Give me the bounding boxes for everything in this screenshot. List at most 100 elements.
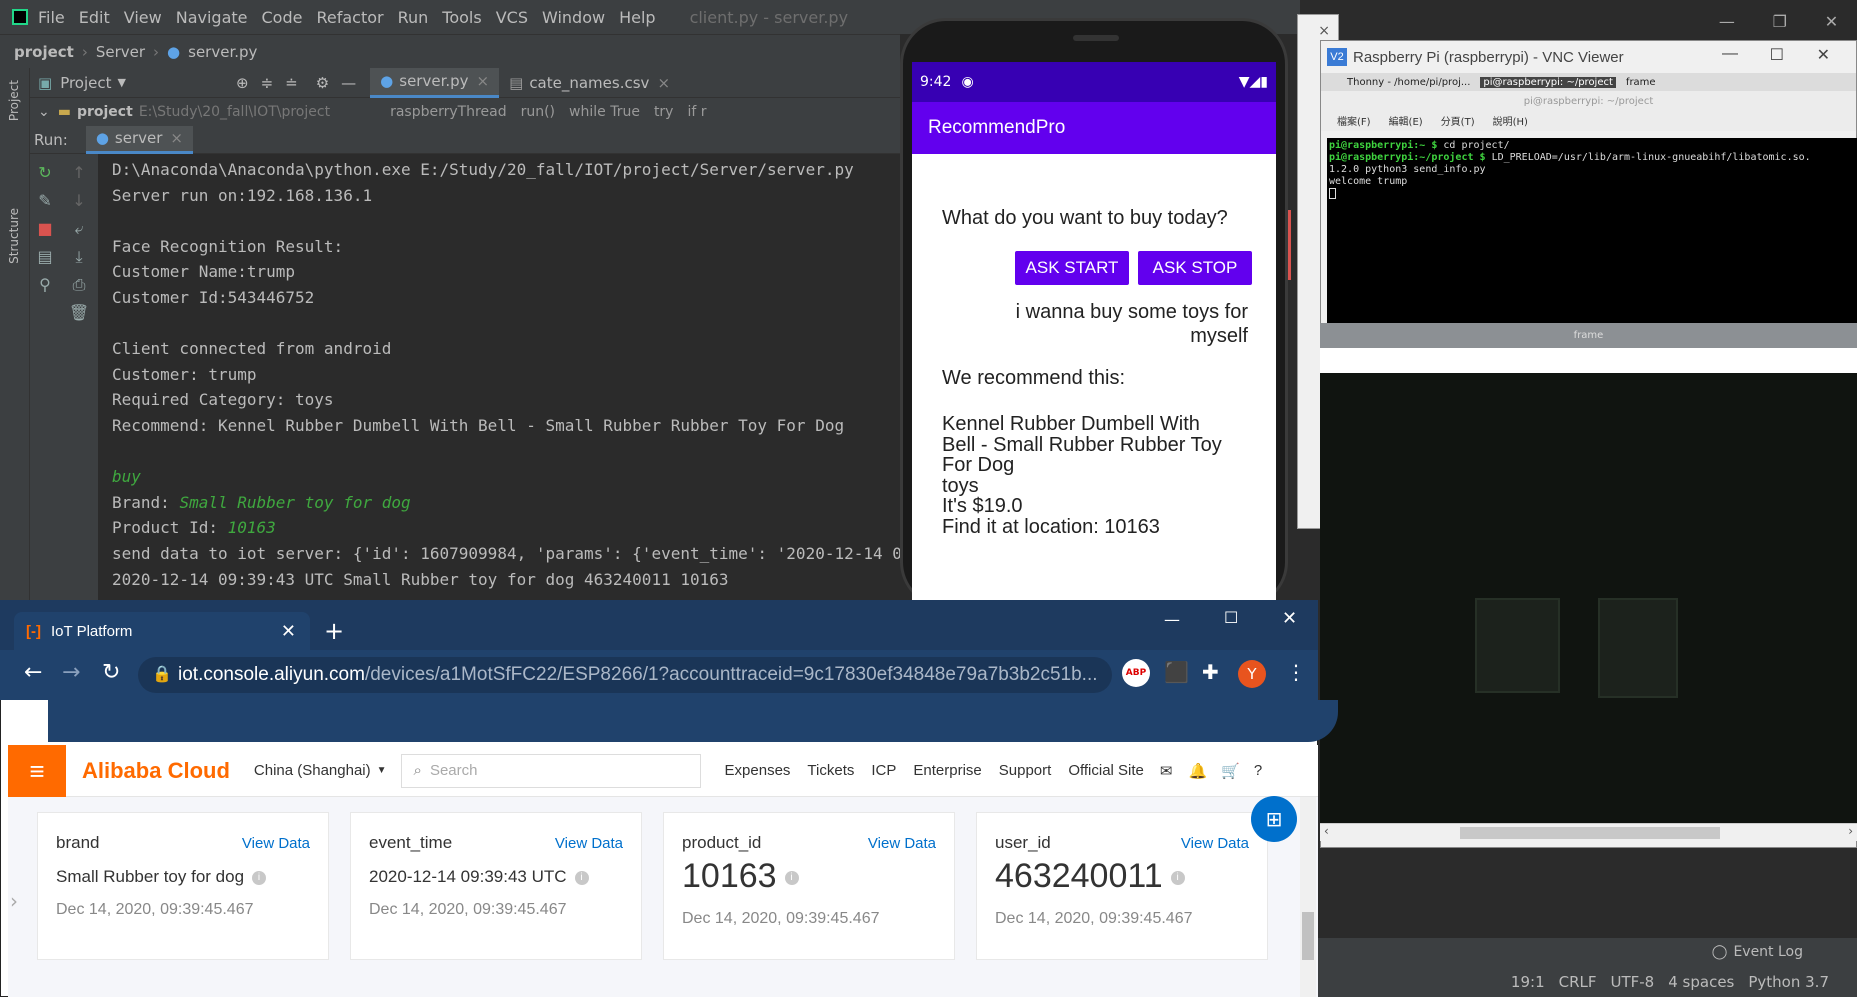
code-crumb[interactable]: try bbox=[654, 104, 674, 120]
breadcrumb-file[interactable]: server.py bbox=[188, 43, 257, 61]
nav-enterprise[interactable]: Enterprise bbox=[913, 762, 981, 779]
menu-tools[interactable]: Tools bbox=[442, 8, 481, 27]
hamburger-menu-icon[interactable]: ≡ bbox=[8, 744, 66, 797]
tab-cate-names-csv[interactable]: ▤ cate_names.csv × bbox=[499, 68, 680, 98]
back-icon[interactable]: ← bbox=[24, 660, 42, 685]
message-icon[interactable]: ✉ bbox=[1160, 762, 1173, 780]
help-icon[interactable]: ? bbox=[1254, 762, 1262, 779]
breadcrumb-project[interactable]: project bbox=[14, 43, 74, 61]
code-crumb[interactable]: if r bbox=[687, 104, 706, 120]
new-tab-icon[interactable]: + bbox=[324, 617, 344, 645]
project-root[interactable]: project bbox=[77, 104, 133, 120]
extensions-puzzle-icon[interactable]: ✚ bbox=[1202, 660, 1219, 684]
menu-run[interactable]: Run bbox=[398, 8, 429, 27]
view-data-link[interactable]: View Data bbox=[1181, 835, 1249, 852]
pdf-extension-icon[interactable]: ⬛ bbox=[1164, 660, 1189, 684]
search-input[interactable]: ⌕ Search bbox=[400, 753, 701, 788]
menu-refactor[interactable]: Refactor bbox=[316, 8, 383, 27]
region-selector[interactable]: China (Shanghai) bbox=[254, 762, 371, 779]
close-icon[interactable]: × bbox=[657, 74, 670, 92]
tab-server-py[interactable]: ● server.py × bbox=[370, 67, 500, 98]
menu-code[interactable]: Code bbox=[262, 8, 303, 27]
info-icon[interactable]: i bbox=[1170, 871, 1185, 886]
hide-icon[interactable]: — bbox=[341, 74, 356, 92]
cart-icon[interactable]: 🛒 bbox=[1221, 762, 1240, 780]
status-position[interactable]: 19:1 bbox=[1511, 973, 1545, 991]
term-menu-edit[interactable]: 編輯(E) bbox=[1389, 113, 1423, 131]
page-scrollbar[interactable] bbox=[1300, 797, 1316, 997]
scroll-to-end-icon[interactable]: ⤓ bbox=[68, 248, 90, 266]
menu-help[interactable]: Help bbox=[619, 8, 655, 27]
status-encoding[interactable]: UTF-8 bbox=[1611, 973, 1655, 991]
kebab-menu-icon[interactable]: ⋮ bbox=[1286, 660, 1306, 684]
menu-file[interactable]: File bbox=[38, 8, 65, 27]
minimize-icon[interactable]: — bbox=[1164, 610, 1180, 629]
app-grid-floating-icon[interactable]: ⊞ bbox=[1251, 796, 1297, 842]
layout-icon[interactable]: ▤ bbox=[34, 248, 56, 266]
chevron-left-icon[interactable]: › bbox=[10, 889, 18, 913]
chrome-tab-iot-platform[interactable]: [-] IoT Platform ✕ bbox=[14, 612, 310, 650]
ask-stop-button[interactable]: ASK STOP bbox=[1138, 251, 1252, 285]
expand-all-icon[interactable]: ≑ bbox=[261, 74, 274, 92]
gear-icon[interactable]: ⚙ bbox=[316, 74, 329, 92]
status-indent[interactable]: 4 spaces bbox=[1668, 973, 1734, 991]
trash-icon[interactable]: 🗑 bbox=[68, 304, 90, 322]
menu-vcs[interactable]: VCS bbox=[496, 8, 528, 27]
menu-edit[interactable]: Edit bbox=[79, 8, 110, 27]
info-icon[interactable]: i bbox=[574, 870, 589, 885]
collapse-all-icon[interactable]: ≐ bbox=[285, 74, 298, 92]
view-data-link[interactable]: View Data bbox=[242, 835, 310, 852]
wrench-icon[interactable]: ✎ bbox=[34, 192, 56, 210]
view-data-link[interactable]: View Data bbox=[555, 835, 623, 852]
pin-icon[interactable]: ⚲ bbox=[34, 276, 56, 294]
breadcrumb-server[interactable]: Server bbox=[96, 43, 145, 61]
bell-icon[interactable]: 🔔 bbox=[1188, 762, 1207, 780]
menu-window[interactable]: Window bbox=[542, 8, 605, 27]
run-tab-server[interactable]: ● server × bbox=[85, 125, 193, 154]
nav-icp[interactable]: ICP bbox=[871, 762, 896, 779]
close-icon[interactable]: ✕ bbox=[1282, 608, 1297, 629]
chevron-down-icon[interactable]: ⌄ bbox=[38, 104, 50, 120]
status-line-ending[interactable]: CRLF bbox=[1559, 973, 1597, 991]
scroll-right-icon[interactable]: › bbox=[1848, 824, 1853, 838]
menu-view[interactable]: View bbox=[124, 8, 162, 27]
info-icon[interactable]: i bbox=[784, 871, 799, 886]
event-log[interactable]: Event Log bbox=[1733, 944, 1803, 960]
print-icon[interactable]: ⎙ bbox=[68, 276, 90, 294]
term-menu-file[interactable]: 檔案(F) bbox=[1337, 113, 1371, 131]
taskbar-frame[interactable]: frame bbox=[1626, 77, 1656, 88]
alibaba-cloud-logo[interactable]: Alibaba Cloud bbox=[82, 758, 230, 784]
menu-navigate[interactable]: Navigate bbox=[176, 8, 248, 27]
info-icon[interactable]: i bbox=[252, 870, 267, 885]
code-crumb[interactable]: run() bbox=[521, 104, 555, 120]
nav-support[interactable]: Support bbox=[999, 762, 1052, 779]
minimize-icon[interactable]: — bbox=[1722, 45, 1738, 63]
chevron-down-icon[interactable]: ▼ bbox=[118, 76, 126, 89]
side-tab-structure[interactable]: Structure bbox=[7, 208, 21, 264]
soft-wrap-icon[interactable]: ⤶ bbox=[68, 220, 90, 238]
project-view-label[interactable]: Project bbox=[60, 74, 111, 92]
close-icon[interactable]: × bbox=[477, 72, 490, 90]
ask-start-button[interactable]: ASK START bbox=[1015, 251, 1129, 285]
code-crumb[interactable]: while True bbox=[569, 104, 640, 120]
nav-tickets[interactable]: Tickets bbox=[807, 762, 854, 779]
term-menu-help[interactable]: 說明(H) bbox=[1493, 113, 1528, 131]
restore-icon[interactable]: ❐ bbox=[1773, 12, 1787, 31]
arrow-up-icon[interactable]: ↑ bbox=[68, 164, 90, 182]
scrollbar-thumb[interactable] bbox=[1460, 827, 1720, 839]
nav-expenses[interactable]: Expenses bbox=[725, 762, 791, 779]
rerun-icon[interactable]: ↻ bbox=[34, 164, 56, 182]
scrollbar-thumb[interactable] bbox=[1302, 912, 1314, 960]
taskbar-terminal[interactable]: pi@raspberrypi: ~/project bbox=[1480, 76, 1616, 88]
pi-terminal[interactable]: pi@raspberrypi:~ $ cd project/pi@raspber… bbox=[1327, 138, 1857, 323]
reload-icon[interactable]: ↻ bbox=[102, 660, 120, 685]
chevron-down-icon[interactable]: ▼ bbox=[377, 765, 387, 776]
profile-avatar[interactable]: Y bbox=[1238, 660, 1266, 688]
lock-icon[interactable]: 🔒 bbox=[152, 664, 172, 684]
vnc-horizontal-scrollbar[interactable]: ‹ › bbox=[1320, 823, 1857, 841]
term-menu-tabs[interactable]: 分頁(T) bbox=[1441, 113, 1475, 131]
maximize-icon[interactable]: ☐ bbox=[1770, 45, 1784, 65]
address-bar[interactable]: 🔒 iot.console.aliyun.com/devices/a1MotSf… bbox=[138, 657, 1112, 693]
adblock-icon[interactable]: ABP bbox=[1122, 659, 1150, 687]
status-interpreter[interactable]: Python 3.7 bbox=[1748, 973, 1829, 991]
